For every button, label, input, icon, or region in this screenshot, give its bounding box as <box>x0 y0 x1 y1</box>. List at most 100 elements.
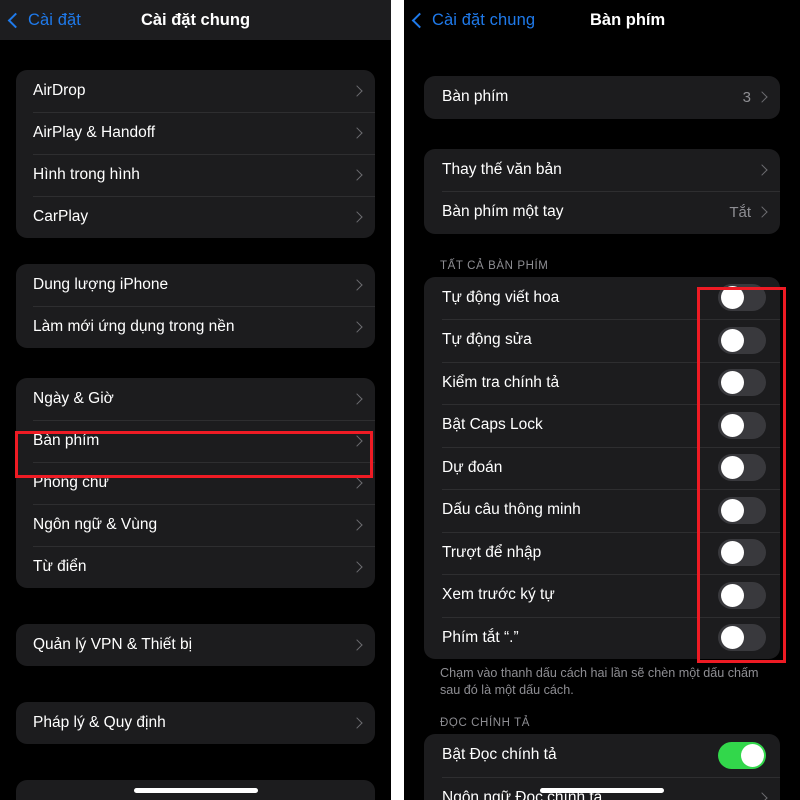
row-label: Thay thế văn bản <box>442 160 562 178</box>
row-label: Tự động sửa <box>442 331 532 349</box>
toggle-period-shortcut[interactable] <box>718 624 766 652</box>
sidebar-item-carplay[interactable]: CarPlay <box>16 196 375 238</box>
row-keyboards[interactable]: Bàn phím 3 <box>424 76 780 119</box>
toggle-check-spelling[interactable] <box>718 369 766 397</box>
keyboard-settings-list[interactable]: Bàn phím 3 Thay thế văn bản Bàn phím một… <box>404 40 800 800</box>
row-auto-capitalization[interactable]: Tự động viết hoa <box>424 277 780 320</box>
chevron-right-icon <box>756 91 768 103</box>
chevron-right-icon <box>351 321 363 333</box>
row-label: Làm mới ứng dụng trong nền <box>33 318 235 335</box>
sidebar-item-dictionary[interactable]: Từ điển <box>16 546 375 588</box>
left-phone-panel: Cài đặt Cài đặt chung AirDrop AirPlay & … <box>0 0 391 800</box>
chevron-right-icon <box>351 561 363 573</box>
section-header-all-keyboards: TẤT CẢ BÀN PHÍM <box>440 259 549 272</box>
toggle-knob <box>720 328 744 352</box>
left-group-legal: Pháp lý & Quy định <box>16 702 375 744</box>
toggle-slide-to-type[interactable] <box>718 539 766 567</box>
toggle-auto-correction[interactable] <box>718 326 766 354</box>
toggle-predictive[interactable] <box>718 454 766 482</box>
chevron-right-icon <box>351 85 363 97</box>
chevron-right-icon <box>351 279 363 291</box>
left-group-vpn: Quản lý VPN & Thiết bị <box>16 624 375 666</box>
sidebar-item-airplay-handoff[interactable]: AirPlay & Handoff <box>16 112 375 154</box>
chevron-left-icon <box>411 12 428 28</box>
row-label: Dự đoán <box>442 458 503 476</box>
toggle-smart-punctuation[interactable] <box>718 496 766 524</box>
row-label: Kiểm tra chính tả <box>442 373 560 391</box>
row-label: Ngôn ngữ & Vùng <box>33 516 158 533</box>
row-label: Dấu câu thông minh <box>442 501 581 519</box>
left-group-storage: Dung lượng iPhone Làm mới ứng dụng trong… <box>16 264 375 348</box>
toggle-enable-caps-lock[interactable] <box>718 411 766 439</box>
row-character-preview[interactable]: Xem trước ký tự <box>424 574 780 617</box>
right-page-title: Bàn phím <box>590 10 666 29</box>
toggle-auto-capitalization[interactable] <box>718 284 766 312</box>
row-enable-caps-lock[interactable]: Bật Caps Lock <box>424 404 780 447</box>
left-navigation-bar: Cài đặt Cài đặt chung <box>0 0 391 40</box>
home-indicator-right <box>540 788 664 793</box>
row-value-keyboard-count: 3 <box>742 88 751 106</box>
chevron-right-icon <box>351 435 363 447</box>
sidebar-item-language-region[interactable]: Ngôn ngữ & Vùng <box>16 504 375 546</box>
left-settings-list[interactable]: AirDrop AirPlay & Handoff Hình trong hìn… <box>0 40 391 800</box>
sidebar-item-keyboard[interactable]: Bàn phím <box>16 420 375 462</box>
row-label: Xem trước ký tự <box>442 586 555 604</box>
toggle-character-preview[interactable] <box>718 581 766 609</box>
row-label: Bàn phím một tay <box>442 203 564 221</box>
row-label: Bàn phím <box>442 88 509 106</box>
toggle-knob <box>720 541 744 565</box>
row-check-spelling[interactable]: Kiểm tra chính tả <box>424 361 780 405</box>
chevron-right-icon <box>351 127 363 139</box>
sidebar-item-vpn-device-management[interactable]: Quản lý VPN & Thiết bị <box>16 624 375 666</box>
row-label: AirDrop <box>33 82 86 99</box>
row-label: Bật Đọc chính tả <box>442 746 557 764</box>
right-back-label: Cài đặt chung <box>432 10 536 29</box>
sidebar-item-legal-regulatory[interactable]: Pháp lý & Quy định <box>16 702 375 744</box>
chevron-right-icon <box>351 169 363 181</box>
chevron-right-icon <box>756 206 768 218</box>
toggle-knob <box>720 583 744 607</box>
row-label: Ngày & Giờ <box>33 390 114 407</box>
section-header-dictation: ĐỌC CHÍNH TẢ <box>440 717 531 729</box>
screenshot-stage: Cài đặt Cài đặt chung AirDrop AirPlay & … <box>0 0 800 800</box>
right-navigation-bar: Cài đặt chung Bàn phím <box>404 0 800 40</box>
chevron-right-icon <box>351 477 363 489</box>
row-label: Phím tắt “.” <box>442 628 519 646</box>
sidebar-item-iphone-storage[interactable]: Dung lượng iPhone <box>16 264 375 306</box>
row-slide-to-type[interactable]: Trượt để nhập <box>424 531 780 575</box>
row-label: Bật Caps Lock <box>442 416 543 434</box>
right-phone-panel: Cài đặt chung Bàn phím Bàn phím 3 Thay t… <box>404 0 800 800</box>
chevron-right-icon <box>351 639 363 651</box>
chevron-right-icon <box>756 792 768 800</box>
right-back-button[interactable]: Cài đặt chung <box>411 10 536 30</box>
toggle-knob <box>740 743 764 767</box>
sidebar-item-date-time[interactable]: Ngày & Giờ <box>16 378 375 420</box>
left-page-title: Cài đặt chung <box>140 10 251 29</box>
chevron-right-icon <box>351 211 363 223</box>
row-label: CarPlay <box>33 208 89 225</box>
sidebar-item-picture-in-picture[interactable]: Hình trong hình <box>16 154 375 196</box>
chevron-right-icon <box>351 717 363 729</box>
row-label: Trượt để nhập <box>442 543 542 561</box>
toggle-knob <box>720 498 744 522</box>
row-label: Dung lượng iPhone <box>33 276 169 293</box>
sidebar-item-airdrop[interactable]: AirDrop <box>16 70 375 112</box>
toggle-knob <box>720 626 744 650</box>
row-enable-dictation[interactable]: Bật Đọc chính tả <box>424 734 780 777</box>
chevron-right-icon <box>756 164 768 176</box>
home-indicator-left <box>133 788 258 793</box>
toggle-knob <box>720 413 744 437</box>
left-group-datetime-keyboard: Ngày & Giờ Bàn phím Phông chữ Ngôn ngữ &… <box>16 378 375 588</box>
toggle-enable-dictation[interactable] <box>718 741 766 769</box>
sidebar-item-fonts[interactable]: Phông chữ <box>16 462 375 504</box>
row-label: AirPlay & Handoff <box>33 124 156 141</box>
row-period-shortcut[interactable]: Phím tắt “.” <box>424 616 780 660</box>
row-smart-punctuation[interactable]: Dấu câu thông minh <box>424 489 780 532</box>
group-all-keyboards: Tự động viết hoa Tự động sửa Kiểm tra ch… <box>424 276 780 660</box>
row-label: Phông chữ <box>33 474 109 491</box>
row-auto-correction[interactable]: Tự động sửa <box>424 319 780 362</box>
sidebar-item-background-app-refresh[interactable]: Làm mới ứng dụng trong nền <box>16 306 375 348</box>
row-predictive[interactable]: Dự đoán <box>424 446 780 490</box>
row-one-handed-keyboard[interactable]: Bàn phím một tay Tắt <box>424 191 780 234</box>
row-text-replacement[interactable]: Thay thế văn bản <box>424 149 780 192</box>
